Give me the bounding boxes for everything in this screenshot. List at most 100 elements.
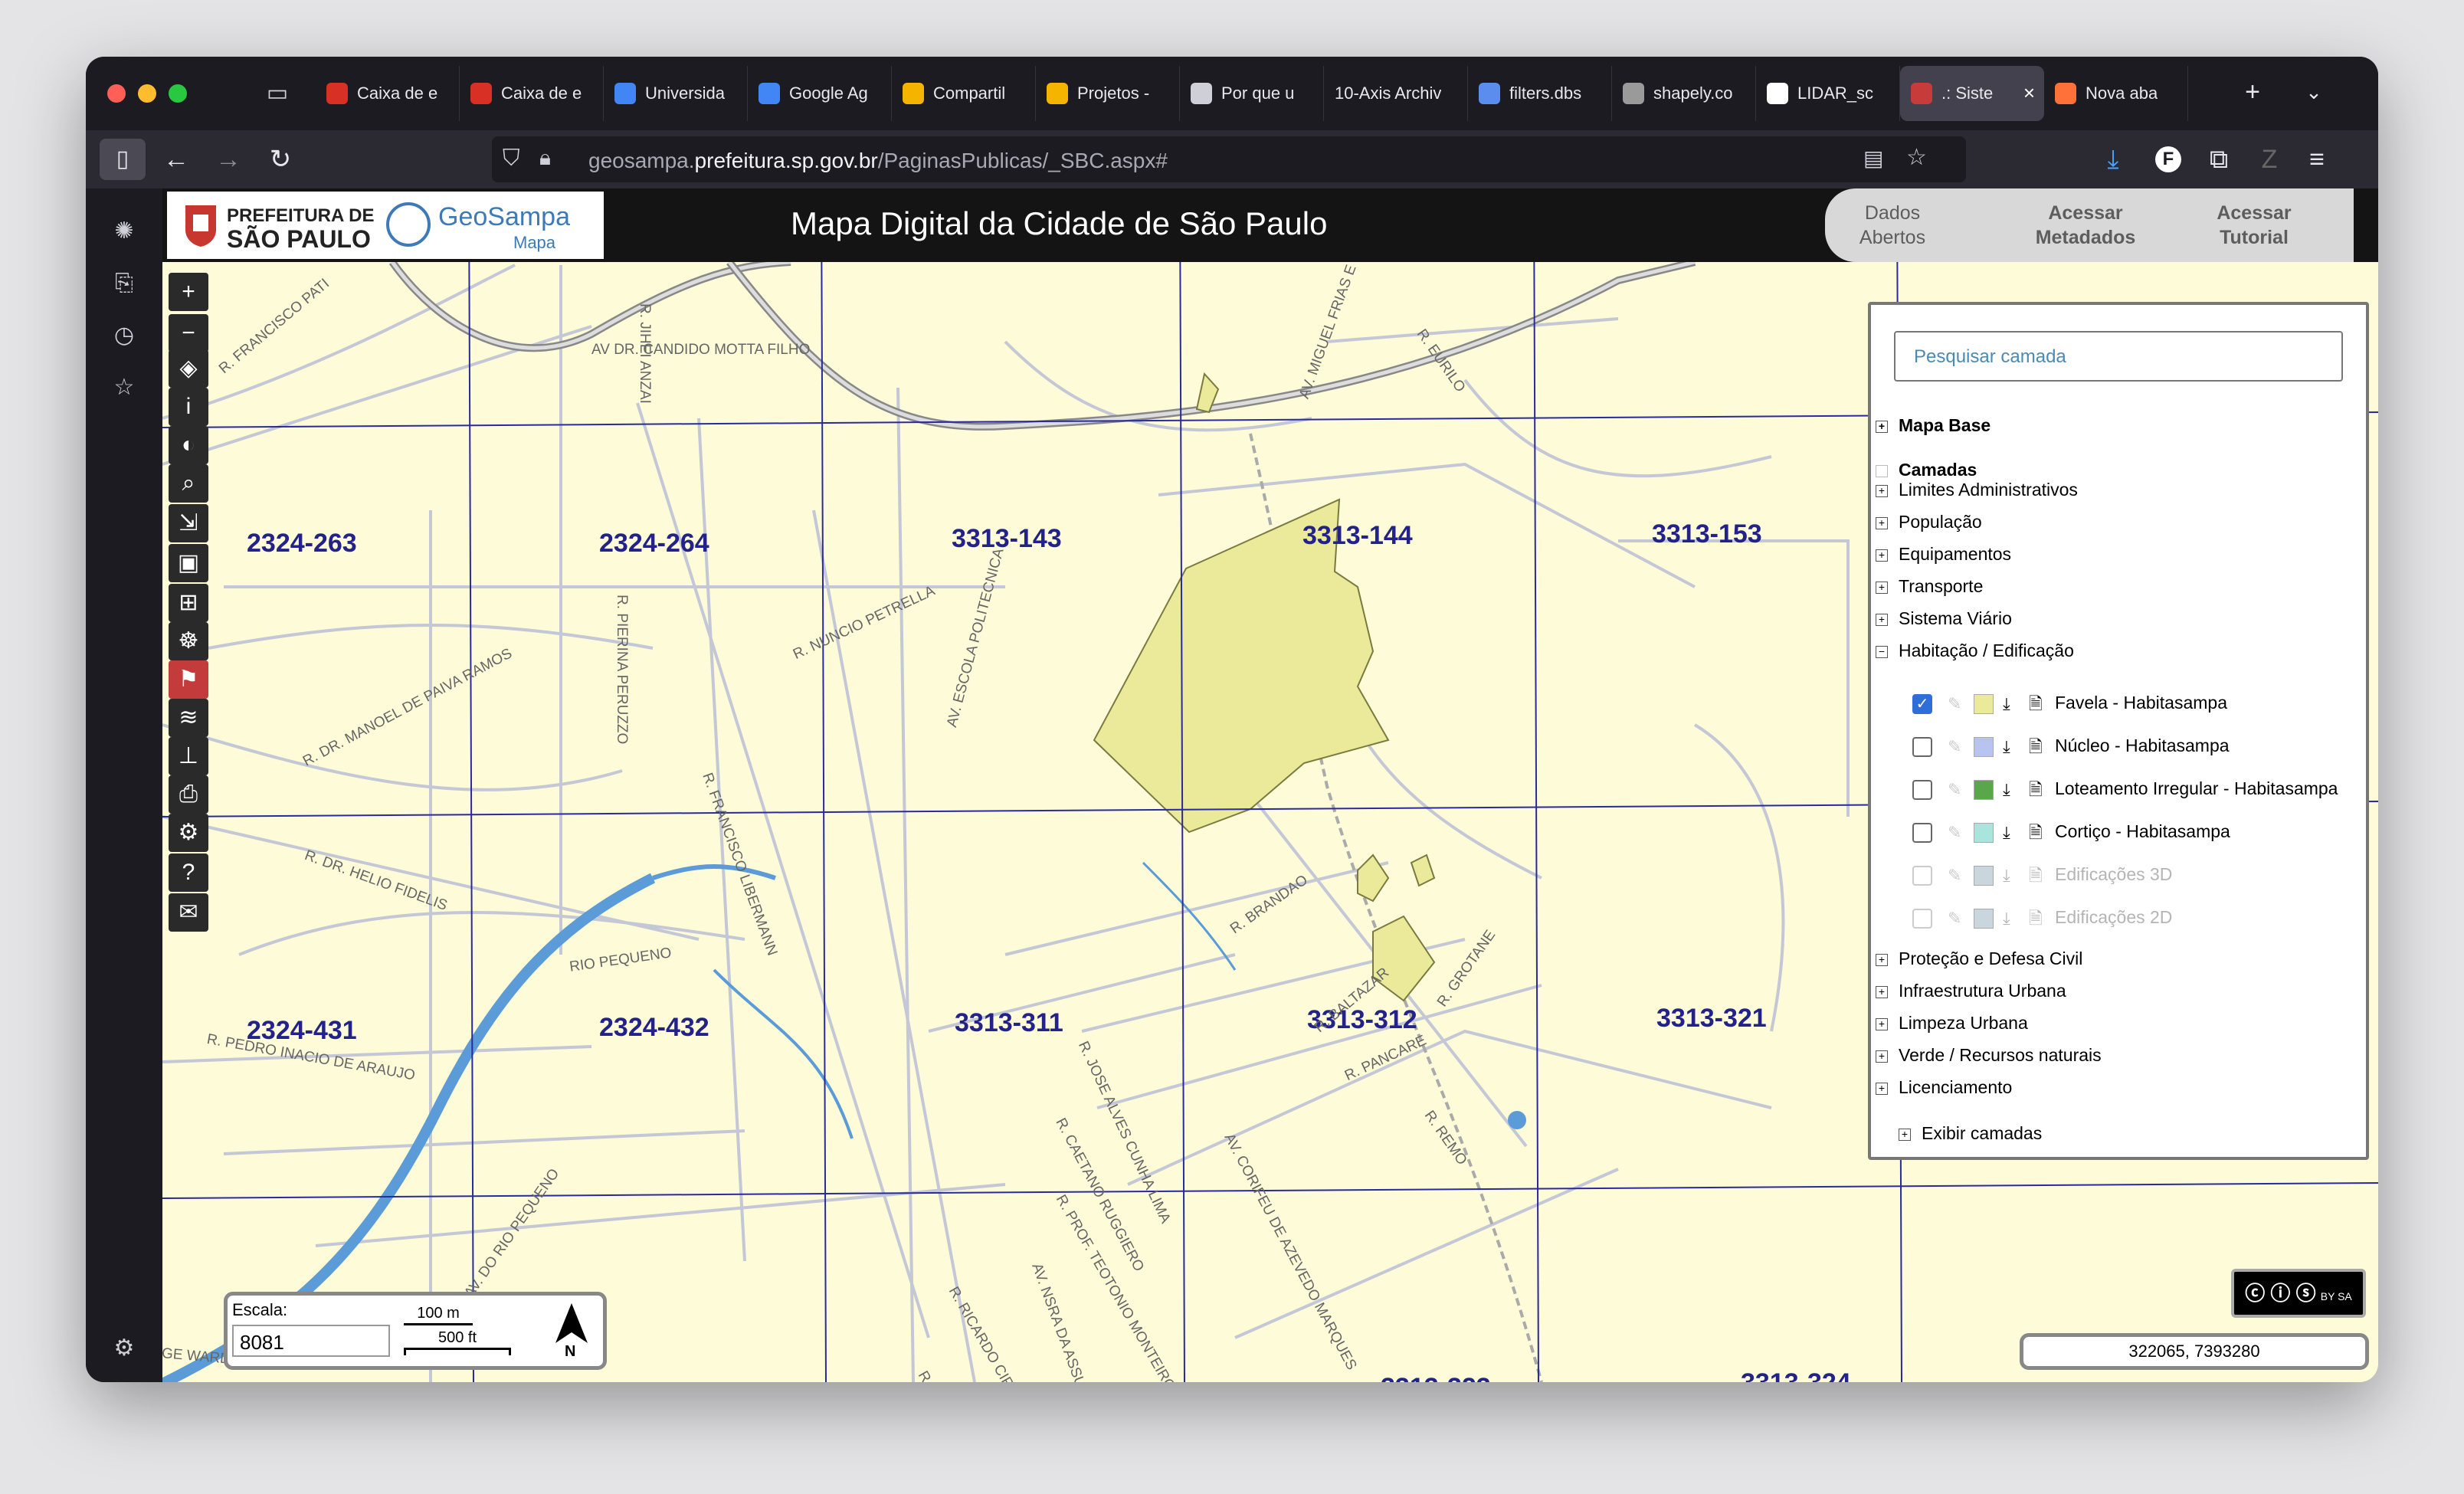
tab-2[interactable]: Universida bbox=[604, 66, 748, 121]
profile-icon[interactable]: ⊥ bbox=[169, 737, 208, 775]
menu-icon[interactable]: ≡ bbox=[2300, 143, 2334, 176]
maximize-window-button[interactable] bbox=[169, 84, 187, 103]
account-icon[interactable]: F bbox=[2151, 143, 2185, 176]
bookmarks-icon[interactable]: ☆ bbox=[109, 372, 139, 403]
shield-icon[interactable]: ⛉ bbox=[503, 146, 520, 172]
metadata-icon[interactable]: 🗎︎ bbox=[2029, 866, 2047, 885]
layer-group-equipamentos[interactable]: + Equipamentos bbox=[1876, 544, 2011, 565]
link-dados-abertos[interactable]: Dados Abertos bbox=[1854, 201, 1931, 250]
layer-group-transporte[interactable]: + Transporte bbox=[1876, 576, 1983, 597]
chatgpt-icon[interactable]: ✺ bbox=[109, 216, 139, 247]
edit-style-icon[interactable]: ✎ bbox=[1948, 737, 1966, 756]
edit-style-icon[interactable]: ✎ bbox=[1948, 780, 1966, 799]
grid-icon[interactable]: ≋ bbox=[169, 699, 208, 737]
tab-11[interactable]: .: Siste × bbox=[1900, 66, 2044, 121]
tab-12[interactable]: Nova aba bbox=[2044, 66, 2188, 121]
extensions-icon[interactable]: ⧉ bbox=[2202, 143, 2236, 176]
creative-commons-badge[interactable]: ⓒ ⓘ ⓢ BY SA bbox=[2231, 1269, 2366, 1318]
download-icon[interactable]: ⤓ bbox=[2003, 694, 2021, 713]
edit-style-icon[interactable]: ✎ bbox=[1948, 866, 1966, 885]
zotero-icon[interactable]: Z bbox=[2253, 143, 2286, 176]
layer-checkbox[interactable] bbox=[1912, 779, 1932, 800]
layer-group-limpeza[interactable]: + Limpeza Urbana bbox=[1876, 1013, 2028, 1034]
url-text[interactable]: geosampa.prefeitura.sp.gov.br/PaginasPub… bbox=[588, 149, 1168, 173]
back-icon[interactable]: ← bbox=[159, 143, 193, 176]
layer-checkbox[interactable] bbox=[1912, 822, 1932, 843]
tab-6[interactable]: Por que u bbox=[1180, 66, 1324, 121]
tab-10[interactable]: LIDAR_sc bbox=[1756, 66, 1900, 121]
tab-1[interactable]: Caixa de e bbox=[460, 66, 604, 121]
site-logo[interactable]: PREFEITURA DE SÃO PAULO GeoSampa Mapa bbox=[167, 192, 604, 259]
zoom-out-icon[interactable]: − bbox=[169, 314, 208, 352]
layer-group-habitacao[interactable]: − Habitação / Edificação bbox=[1876, 641, 2074, 661]
layer-group-sistema-viario[interactable]: + Sistema Viário bbox=[1876, 608, 2012, 629]
exibir-camadas[interactable]: + Exibir camadas bbox=[1899, 1123, 2042, 1144]
new-tab-button[interactable]: + bbox=[2236, 75, 2269, 109]
edit-style-icon[interactable]: ✎ bbox=[1948, 909, 1966, 928]
ruler-icon[interactable]: ⊞ bbox=[169, 584, 208, 622]
zoom-in-icon[interactable]: + bbox=[169, 273, 208, 311]
edit-style-icon[interactable]: ✎ bbox=[1948, 694, 1966, 713]
edit-style-icon[interactable]: ✎ bbox=[1948, 823, 1966, 842]
bookmark-star-icon[interactable]: ☆ bbox=[1906, 144, 1927, 171]
layer-group-licenciamento[interactable]: + Licenciamento bbox=[1876, 1077, 2012, 1098]
downloads-icon[interactable]: ⤓ bbox=[2096, 143, 2130, 176]
layer-search-input[interactable]: Pesquisar camada bbox=[1894, 331, 2343, 382]
reader-view-icon[interactable]: ▤ bbox=[1863, 146, 1883, 171]
metadata-icon[interactable]: 🗎︎ bbox=[2029, 823, 2047, 842]
search-icon[interactable]: ⌕ bbox=[169, 464, 208, 503]
list-tabs-icon[interactable]: ⌄ bbox=[2297, 75, 2331, 109]
camadas-group[interactable]: Camadas bbox=[1876, 460, 1977, 480]
layer-checkbox[interactable]: ✓ bbox=[1912, 693, 1932, 714]
tab-3[interactable]: Google Ag bbox=[748, 66, 892, 121]
lock-icon[interactable]: 🔒︎ bbox=[539, 146, 551, 171]
mapa-base-group[interactable]: + Mapa Base bbox=[1876, 415, 1991, 436]
tab-7[interactable]: 10-Axis Archiv bbox=[1324, 66, 1468, 121]
settings-icon[interactable]: ⚙ bbox=[109, 1333, 139, 1364]
tab-9[interactable]: shapely.co bbox=[1612, 66, 1756, 121]
download-icon[interactable]: ⤓ bbox=[2003, 780, 2021, 799]
settings-icon[interactable]: ⚙ bbox=[169, 814, 208, 852]
sidebar-toggle-icon[interactable]: ▯ bbox=[100, 139, 146, 180]
download-icon[interactable]: ⤓ bbox=[2003, 909, 2021, 928]
layer-checkbox[interactable] bbox=[1912, 908, 1932, 929]
metadata-icon[interactable]: 🗎︎ bbox=[2029, 737, 2047, 756]
measure-icon[interactable]: ◐ bbox=[169, 426, 208, 464]
forward-icon[interactable]: → bbox=[211, 143, 245, 176]
layer-checkbox[interactable] bbox=[1912, 865, 1932, 886]
map-export-icon[interactable]: ⚑ bbox=[169, 660, 208, 699]
link-metadados[interactable]: Acessar Metadados bbox=[2001, 201, 2170, 250]
select-icon[interactable]: ⇲ bbox=[169, 504, 208, 542]
reload-icon[interactable]: ↻ bbox=[264, 143, 297, 176]
history-icon[interactable]: ◷ bbox=[109, 320, 139, 351]
tab-5[interactable]: Projetos - bbox=[1036, 66, 1180, 121]
info-icon[interactable]: i bbox=[169, 388, 208, 426]
download-icon[interactable]: ⤓ bbox=[2003, 866, 2021, 885]
download-icon[interactable]: ⤓ bbox=[2003, 823, 2021, 842]
synced-tabs-icon[interactable]: ⎘ bbox=[109, 268, 139, 299]
cad-icon[interactable]: ☸ bbox=[169, 622, 208, 660]
tab-8[interactable]: filters.dbs bbox=[1468, 66, 1612, 121]
minimize-window-button[interactable] bbox=[138, 84, 156, 103]
close-tab-icon[interactable]: × bbox=[2023, 81, 2035, 105]
layer-group-protecao[interactable]: + Proteção e Defesa Civil bbox=[1876, 948, 2082, 969]
layer-group-populacao[interactable]: + População bbox=[1876, 512, 1982, 532]
save-icon[interactable]: ▣ bbox=[169, 544, 208, 582]
metadata-icon[interactable]: 🗎︎ bbox=[2029, 909, 2047, 928]
layer-group-verde[interactable]: + Verde / Recursos naturais bbox=[1876, 1045, 2102, 1066]
close-window-button[interactable] bbox=[107, 84, 126, 103]
layer-group-limites[interactable]: + Limites Administrativos bbox=[1876, 480, 2078, 500]
layer-group-infraestrutura[interactable]: + Infraestrutura Urbana bbox=[1876, 981, 2066, 1001]
mail-icon[interactable]: ✉ bbox=[169, 893, 208, 932]
layers-icon[interactable]: ◈ bbox=[169, 349, 208, 388]
help-icon[interactable]: ? bbox=[169, 853, 208, 892]
download-icon[interactable]: ⤓ bbox=[2003, 737, 2021, 756]
layer-checkbox[interactable] bbox=[1912, 736, 1932, 757]
tab-overview-icon[interactable]: ▭ bbox=[262, 78, 293, 109]
tab-0[interactable]: Caixa de e bbox=[316, 66, 460, 121]
metadata-icon[interactable]: 🗎︎ bbox=[2029, 694, 2047, 713]
metadata-icon[interactable]: 🗎︎ bbox=[2029, 780, 2047, 799]
link-tutorial[interactable]: Acessar Tutorial bbox=[2200, 201, 2308, 250]
scale-input[interactable]: 8081 bbox=[232, 1325, 390, 1357]
tab-4[interactable]: Compartil bbox=[892, 66, 1036, 121]
